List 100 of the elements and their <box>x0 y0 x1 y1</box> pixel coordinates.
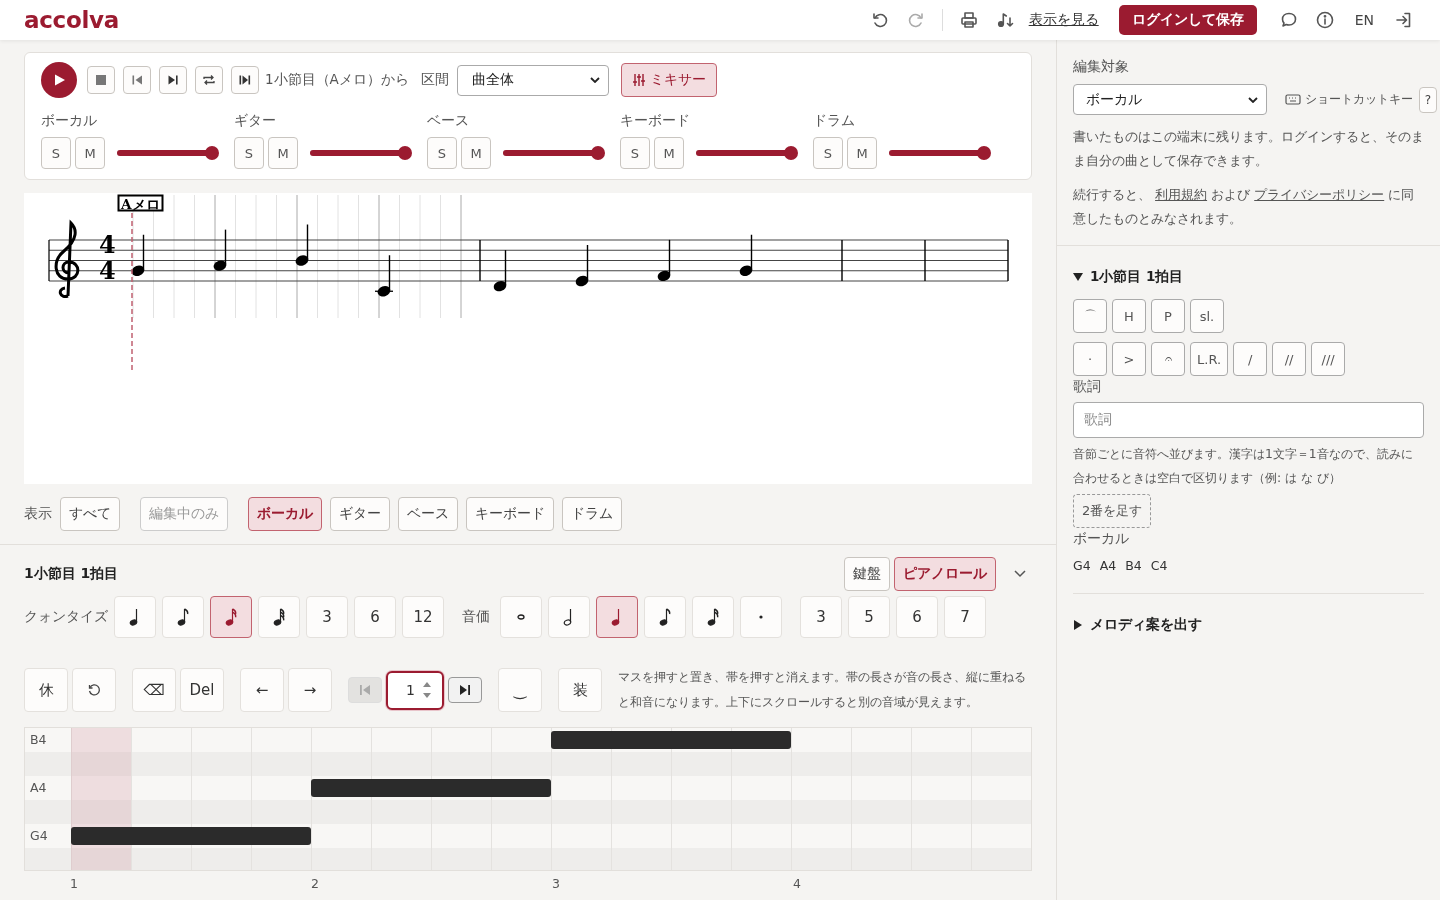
piano-roll-grid[interactable]: B4 A4 G4 <box>24 727 1032 871</box>
quarter-note[interactable] <box>295 223 309 266</box>
tool-button[interactable]: → <box>288 668 332 712</box>
melody-section-toggle[interactable]: メロディ案を出す <box>1073 616 1424 634</box>
track-filter-button[interactable]: キーボード <box>466 497 554 531</box>
volume-slider[interactable] <box>310 146 412 160</box>
tool-button[interactable]: ‿ <box>498 668 542 712</box>
solo-button[interactable]: S <box>234 137 264 169</box>
skip-start-button[interactable] <box>123 66 151 94</box>
eighth-option[interactable] <box>644 596 686 638</box>
articulation-button[interactable]: / <box>1233 342 1268 376</box>
solo-button[interactable]: S <box>427 137 457 169</box>
beat-section-toggle[interactable]: 1小節目 1拍目 <box>1073 268 1424 286</box>
tool-button[interactable]: 休 <box>24 668 68 712</box>
sixteenth-option[interactable] <box>210 596 252 638</box>
tool-button[interactable]: ← <box>240 668 284 712</box>
quarter-option[interactable] <box>596 596 638 638</box>
chevron-down-icon[interactable] <box>1014 570 1026 578</box>
dot-option[interactable] <box>740 596 782 638</box>
volume-slider[interactable] <box>889 146 991 160</box>
mute-button[interactable]: M <box>268 137 298 169</box>
articulation-button[interactable]: 𝄐 <box>1151 342 1185 376</box>
solo-button[interactable]: S <box>813 137 843 169</box>
language-toggle[interactable]: EN <box>1354 12 1374 28</box>
skip-end-button[interactable] <box>159 66 187 94</box>
edit-target-select[interactable]: ボーカル <box>1073 84 1267 115</box>
tuplet-option[interactable]: 6 <box>896 596 938 638</box>
terms-link[interactable]: 利用規約 <box>1155 187 1208 202</box>
tool-button[interactable]: ⌫ <box>132 668 176 712</box>
technique-button[interactable]: sl. <box>1190 299 1224 333</box>
editor-mode-tab[interactable]: ピアノロール <box>894 557 996 591</box>
pitch-row[interactable]: B4 <box>25 728 1031 752</box>
volume-slider[interactable] <box>696 146 798 160</box>
quarter-note[interactable] <box>374 254 394 297</box>
thirty-second-option[interactable] <box>258 596 300 638</box>
tool-button[interactable]: Del <box>180 668 224 712</box>
range-select[interactable]: 曲全体 <box>456 64 609 96</box>
solo-button[interactable]: S <box>41 137 71 169</box>
stop-button[interactable] <box>87 66 115 94</box>
shortcut-label: ショートカットキー <box>1305 91 1413 108</box>
quantize-option[interactable]: 12 <box>402 596 444 638</box>
tuplet-option[interactable]: 3 <box>800 596 842 638</box>
reset-button[interactable] <box>72 668 116 712</box>
articulation-button[interactable]: > <box>1112 342 1146 376</box>
mute-button[interactable]: M <box>75 137 105 169</box>
tuplet-option[interactable]: 5 <box>848 596 890 638</box>
tool-button[interactable]: 装 <box>558 668 602 712</box>
track-filter-button[interactable]: ベース <box>398 497 458 531</box>
pitch-row[interactable]: G4 <box>25 824 1031 848</box>
articulation-button[interactable]: L.R. <box>1190 342 1229 376</box>
add-verse-button[interactable]: 2番を足す <box>1073 494 1152 528</box>
login-save-button[interactable]: ログインして保存 <box>1118 5 1257 35</box>
technique-button[interactable]: H <box>1112 299 1146 333</box>
mute-button[interactable]: M <box>461 137 491 169</box>
quantize-option[interactable]: 3 <box>306 596 348 638</box>
beat-number-field[interactable]: 1 <box>386 670 444 710</box>
quarter-note[interactable] <box>493 249 507 292</box>
track-filter-button[interactable]: ボーカル <box>248 497 322 531</box>
mixer-button[interactable]: ミキサー <box>620 63 717 97</box>
play-icon <box>52 73 66 87</box>
solo-button[interactable]: S <box>620 137 650 169</box>
quarter-note[interactable] <box>657 239 671 282</box>
jump-to-end-button[interactable] <box>231 66 259 94</box>
view-link[interactable]: 表示を見る <box>1028 11 1099 29</box>
quarter-note[interactable] <box>131 234 145 276</box>
loop-button[interactable] <box>195 66 223 94</box>
view-label: 表示 <box>24 505 52 523</box>
volume-slider[interactable] <box>117 146 219 160</box>
technique-button[interactable]: ⌒ <box>1073 299 1107 333</box>
shortcut-help-button[interactable]: ? <box>1419 86 1437 113</box>
tuplet-option[interactable]: 7 <box>944 596 986 638</box>
quarter-note[interactable] <box>213 228 227 271</box>
quarter-note[interactable] <box>739 234 753 276</box>
articulation-button[interactable]: // <box>1272 342 1307 376</box>
lyrics-field[interactable]: 歌詞 <box>1073 402 1424 438</box>
volume-slider[interactable] <box>503 146 605 160</box>
technique-button[interactable]: P <box>1151 299 1185 333</box>
privacy-link[interactable]: プライバシーポリシー <box>1254 187 1385 202</box>
articulation-button[interactable]: · <box>1073 342 1107 376</box>
logo[interactable]: accolva <box>24 7 119 33</box>
quarter-note[interactable] <box>575 244 589 287</box>
track-filter-button[interactable]: ギター <box>330 497 390 531</box>
half-option[interactable] <box>548 596 590 638</box>
play-button[interactable] <box>41 62 77 98</box>
pitch-row[interactable]: A4 <box>25 776 1031 800</box>
eighth-option[interactable] <box>162 596 204 638</box>
track-filter-button[interactable]: すべて <box>60 497 120 531</box>
track-filter-button[interactable]: ドラム <box>562 497 622 531</box>
articulation-button[interactable]: /// <box>1311 342 1346 376</box>
editor-mode-tab[interactable]: 鍵盤 <box>844 557 890 591</box>
quantize-option[interactable]: 6 <box>354 596 396 638</box>
mute-button[interactable]: M <box>847 137 877 169</box>
sixteenth-note-icon <box>707 608 719 626</box>
eighth-note-icon <box>177 608 189 626</box>
triangle-right-icon <box>1073 620 1083 630</box>
skip-start-icon <box>358 684 372 696</box>
mute-button[interactable]: M <box>654 137 684 169</box>
pitch-name: B4 <box>1125 558 1142 573</box>
last-beat-button[interactable] <box>448 677 482 703</box>
pitch-label: B4 <box>30 732 47 748</box>
